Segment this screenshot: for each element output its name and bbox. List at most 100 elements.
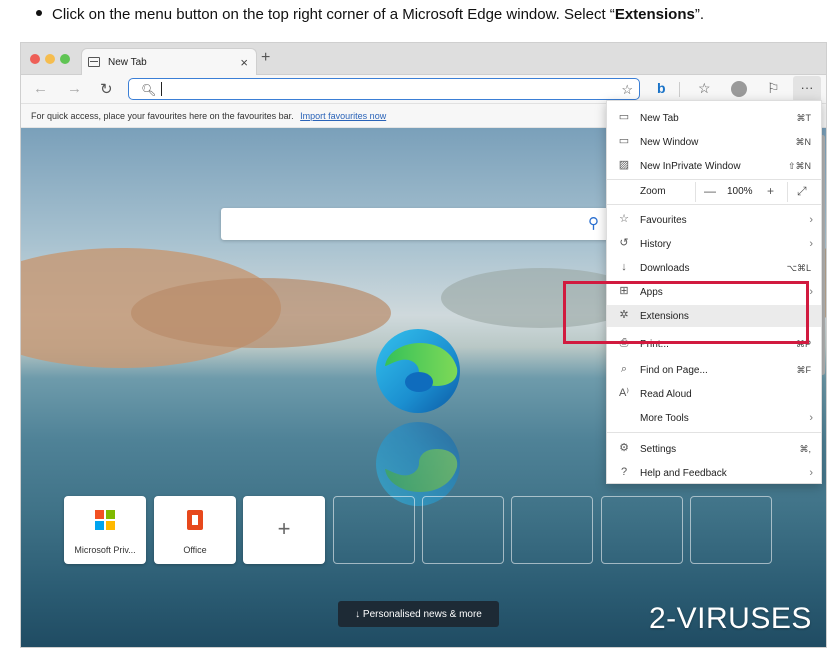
quick-link-label: Office [183, 545, 207, 555]
empty-tile[interactable] [690, 496, 772, 564]
new-tab-button[interactable]: + [261, 49, 270, 67]
menu-shortcut: ⌘T [796, 112, 812, 123]
menu-shortcut: ⌥⌘L [786, 262, 811, 273]
menu-item-favourites[interactable]: ☆ Favourites › [607, 209, 821, 231]
empty-tile[interactable] [511, 496, 593, 564]
menu-item-label: Read Aloud [640, 388, 692, 400]
profile-avatar-icon[interactable] [731, 81, 747, 97]
menu-item-help-and-feedback[interactable]: ? Help and Feedback › [607, 462, 821, 484]
help-icon: ? [620, 466, 628, 478]
zoom-divider [695, 182, 696, 202]
quick-link-tile[interactable]: Office [154, 496, 236, 564]
instruction-prefix: Click on the menu button on the top righ… [52, 6, 615, 23]
zoom-window-icon[interactable] [60, 54, 70, 64]
instruction-bold: Extensions [614, 6, 695, 23]
watermark: 2-VIRUSES [649, 602, 812, 635]
menu-item-label: New Tab [640, 112, 679, 124]
menu-item-new-inprivate-window[interactable]: ▨ New InPrivate Window ⇧⌘N [607, 155, 821, 177]
menu-item-more-tools[interactable]: More Tools › [607, 407, 821, 429]
feedback-icon[interactable]: ⚐ [767, 80, 780, 97]
chevron-right-icon: › [809, 238, 813, 250]
browser-window: New Tab × + ← → ↻ 🔍︎ ☆ b ☆ ⚐ ··· For qui… [20, 42, 827, 648]
back-icon[interactable]: ← [33, 80, 48, 97]
zoom-label: Zoom [640, 186, 666, 197]
instruction-suffix: ”. [694, 6, 705, 23]
settings-icon: ⚙ [619, 442, 629, 454]
menu-separator [607, 432, 821, 433]
menu-shortcut: ⌘, [799, 443, 811, 454]
quick-link-label: Microsoft Priv... [74, 545, 136, 555]
tab-new-tab[interactable]: New Tab × [81, 48, 257, 75]
empty-tile[interactable] [601, 496, 683, 564]
favourites-bar-text: For quick access, place your favourites … [31, 111, 294, 121]
plus-icon: + [277, 516, 291, 541]
menu-item-label: New InPrivate Window [640, 160, 741, 172]
settings-and-more-button[interactable]: ··· [793, 76, 821, 102]
microsoft-logo-icon [95, 510, 115, 530]
empty-tile[interactable] [333, 496, 415, 564]
menu-item-label: History [640, 238, 672, 250]
menu-separator [607, 204, 821, 205]
menu-item-label: Find on Page... [640, 364, 708, 376]
search-icon: 🔍︎ [141, 83, 157, 97]
menu-item-history[interactable]: ↺ History › [607, 233, 821, 255]
menu-item-new-tab[interactable]: ▭ New Tab ⌘T [607, 107, 821, 129]
forward-icon[interactable]: → [67, 80, 82, 97]
menu-item-label: Settings [640, 443, 677, 455]
new-window-icon: ▭ [618, 135, 630, 147]
menu-shortcut: ⌘F [796, 364, 812, 375]
menu-item-read-aloud[interactable]: A⁾ Read Aloud [607, 383, 821, 405]
favourites-icon: ☆ [619, 213, 629, 225]
office-logo-icon [187, 510, 203, 530]
history-icon: ↺ [619, 237, 629, 249]
menu-item-settings[interactable]: ⚙ Settings ⌘, [607, 438, 821, 460]
tab-strip: New Tab × + [21, 43, 826, 75]
add-quick-link-tile[interactable]: + [243, 496, 325, 564]
edge-logo-reflection [376, 422, 460, 506]
address-bar[interactable]: 🔍︎ ☆ [128, 78, 640, 100]
zoom-out-button[interactable]: — [704, 184, 716, 198]
instruction-text: Click on the menu button on the top righ… [36, 6, 704, 23]
toolbar-divider [679, 82, 680, 97]
menu-item-find-on-page[interactable]: ⌕ Find on Page... ⌘F [607, 359, 821, 381]
web-search-box[interactable]: ⚲ [221, 208, 609, 240]
quick-link-tile[interactable]: Microsoft Priv... [64, 496, 146, 564]
find-icon: ⌕ [620, 363, 628, 375]
import-favourites-link[interactable]: Import favourites now [300, 111, 386, 121]
personalised-news-button[interactable]: ↓ Personalised news & more [338, 601, 499, 627]
menu-item-label: More Tools [640, 412, 689, 424]
zoom-divider [787, 182, 788, 202]
favourites-toolbar-icon[interactable]: ☆ [698, 80, 711, 97]
menu-item-new-window[interactable]: ▭ New Window ⌘N [607, 131, 821, 153]
tab-close-icon[interactable]: × [240, 55, 248, 70]
edge-logo [376, 329, 460, 413]
close-window-icon[interactable] [30, 54, 40, 64]
refresh-icon[interactable]: ↻ [100, 80, 113, 98]
landscape-hill [131, 278, 391, 348]
fullscreen-icon[interactable]: ⤢ [797, 184, 807, 199]
chevron-right-icon: › [809, 214, 813, 226]
minimize-window-icon[interactable] [45, 54, 55, 64]
text-caret [161, 82, 162, 96]
menu-item-label: Downloads [640, 262, 690, 274]
inprivate-icon: ▨ [618, 159, 630, 171]
menu-item-label: New Window [640, 136, 699, 148]
chevron-right-icon: › [809, 286, 813, 298]
zoom-value: 100% [727, 186, 753, 197]
new-tab-icon: ▭ [618, 111, 630, 123]
tab-page-icon [88, 57, 100, 67]
favourite-star-icon[interactable]: ☆ [621, 82, 633, 98]
read-aloud-icon: A⁾ [618, 387, 630, 399]
bullet-icon [36, 10, 42, 17]
zoom-in-button[interactable]: + [767, 184, 774, 198]
menu-item-downloads[interactable]: ↓ Downloads ⌥⌘L [607, 257, 821, 279]
menu-shortcut: ⇧⌘N [787, 160, 811, 171]
highlight-box [563, 281, 809, 344]
menu-item-label: Favourites [640, 214, 687, 226]
empty-tile[interactable] [422, 496, 504, 564]
bing-icon[interactable]: b [657, 80, 666, 96]
chevron-right-icon: › [809, 467, 813, 479]
menu-shortcut: ⌘N [795, 136, 812, 147]
menu-item-label: Help and Feedback [640, 467, 727, 479]
downloads-icon: ↓ [621, 261, 627, 273]
